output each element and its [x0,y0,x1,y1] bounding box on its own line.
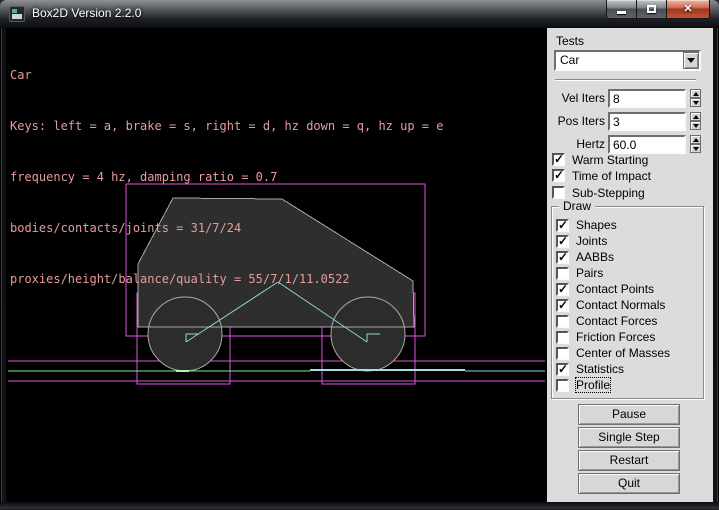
maximize-icon [647,5,656,13]
minimize-icon [617,11,626,14]
center-of-masses-checkbox[interactable]: Center of Masses [556,345,670,361]
single-step-button[interactable]: Single Step [578,427,680,448]
titlebar[interactable]: Box2D Version 2.2.0 ✕ [0,0,719,28]
time-of-impact-label: Time of Impact [572,169,651,183]
simulation-canvas[interactable]: Car Keys: left = a, brake = s, right = d… [6,28,547,502]
draw-items: ✓ Shapes ✓ Joints ✓ AABBs Pairs [556,217,670,393]
frequency-line: frequency = 4 hz, damping ratio = 0.7 [10,169,443,186]
quit-button[interactable]: Quit [578,473,680,494]
arrow-up-icon [693,92,699,96]
sub-stepping-label: Sub-Stepping [572,186,645,200]
tests-dropdown-value: Car [560,53,579,67]
tests-label: Tests [556,34,584,48]
hertz-up-button[interactable] [690,135,701,144]
arrow-up-icon [693,138,699,142]
friction-forces-checkbox[interactable]: Friction Forces [556,329,670,345]
tests-dropdown-button[interactable] [683,52,699,69]
vel-iters-row: Vel Iters [547,89,713,108]
ground-edge-bridge [310,369,465,371]
statistics-checkbox[interactable]: ✓ Statistics [556,361,670,377]
shapes-label: Shapes [576,218,617,232]
contact-forces-checkbox[interactable]: Contact Forces [556,313,670,329]
pairs-checkbox[interactable]: Pairs [556,265,670,281]
warm-starting-checkbox[interactable]: ✓ Warm Starting [552,152,648,167]
pos-iters-spinner [690,112,701,131]
pos-iters-row: Pos Iters [547,112,713,131]
vel-iters-up-button[interactable] [690,89,701,98]
arrow-down-icon [693,124,699,128]
checkbox-icon: ✓ [556,251,569,264]
draw-group: Draw ✓ Shapes ✓ Joints ✓ AABBs [551,206,704,399]
checkbox-icon [556,315,569,328]
checkbox-icon [552,186,565,199]
vel-iters-spinner [690,89,701,108]
vel-iters-label: Vel Iters [547,91,605,105]
checkbox-icon: ✓ [552,153,565,166]
checkbox-icon: ✓ [556,235,569,248]
app-window: Box2D Version 2.2.0 ✕ [0,0,719,510]
checkbox-icon: ✓ [556,363,569,376]
statistics-label: Statistics [576,362,624,376]
window-title: Box2D Version 2.2.0 [32,6,141,20]
profile-checkbox[interactable]: Profile [556,377,670,393]
control-panel: Tests Car Vel Iters Pos Iters [547,28,713,502]
restart-button[interactable]: Restart [578,450,680,471]
checkbox-icon [556,379,569,392]
joints-checkbox[interactable]: ✓ Joints [556,233,670,249]
close-icon: ✕ [683,4,692,15]
hertz-label: Hertz [547,137,605,151]
time-of-impact-checkbox[interactable]: ✓ Time of Impact [552,168,651,183]
draw-group-legend: Draw [559,199,595,213]
pause-button[interactable]: Pause [578,404,680,425]
checkbox-icon: ✓ [556,219,569,232]
vel-iters-down-button[interactable] [690,98,701,107]
keys-line: Keys: left = a, brake = s, right = d, hz… [10,118,443,135]
checkbox-icon [556,331,569,344]
profile-label: Profile [576,378,610,392]
test-name-line: Car [10,67,443,84]
contact-points-label: Contact Points [576,282,654,296]
separator-line [555,79,696,81]
aabbs-checkbox[interactable]: ✓ AABBs [556,249,670,265]
warm-starting-label: Warm Starting [572,153,648,167]
pos-iters-label: Pos Iters [547,114,605,128]
friction-forces-label: Friction Forces [576,330,655,344]
aabbs-label: AABBs [576,250,614,264]
arrow-up-icon [693,115,699,119]
contact-normals-checkbox[interactable]: ✓ Contact Normals [556,297,670,313]
checkbox-icon: ✓ [552,169,565,182]
window-bottom-border [0,502,719,510]
arrow-down-icon [693,147,699,151]
info-text: Car Keys: left = a, brake = s, right = d… [10,33,443,322]
sub-stepping-checkbox[interactable]: Sub-Stepping [552,185,645,200]
checkbox-icon: ✓ [556,283,569,296]
pos-iters-down-button[interactable] [690,121,701,130]
checkbox-icon: ✓ [556,299,569,312]
close-button[interactable]: ✕ [666,0,710,19]
contact-normals-label: Contact Normals [576,298,665,312]
checkbox-icon [556,347,569,360]
caption-buttons: ✕ [606,0,710,19]
pos-iters-input[interactable] [608,112,686,131]
contact-forces-label: Contact Forces [576,314,657,328]
pos-iters-up-button[interactable] [690,112,701,121]
hertz-spinner [690,135,701,154]
proxies-stats-line: proxies/height/balance/quality = 55/7/1/… [10,271,443,288]
arrow-down-icon [693,101,699,105]
chevron-down-icon [687,58,695,63]
checkbox-icon [556,267,569,280]
shapes-checkbox[interactable]: ✓ Shapes [556,217,670,233]
contact-point-left [176,370,189,372]
hertz-down-button[interactable] [690,144,701,153]
minimize-button[interactable] [606,0,636,19]
pairs-label: Pairs [576,266,603,280]
maximize-button[interactable] [636,0,666,19]
contact-points-checkbox[interactable]: ✓ Contact Points [556,281,670,297]
bodies-stats-line: bodies/contacts/joints = 31/7/24 [10,220,443,237]
app-icon [9,6,25,22]
tests-dropdown[interactable]: Car [554,50,701,71]
vel-iters-input[interactable] [608,89,686,108]
joints-label: Joints [576,234,607,248]
center-of-masses-label: Center of Masses [576,346,670,360]
